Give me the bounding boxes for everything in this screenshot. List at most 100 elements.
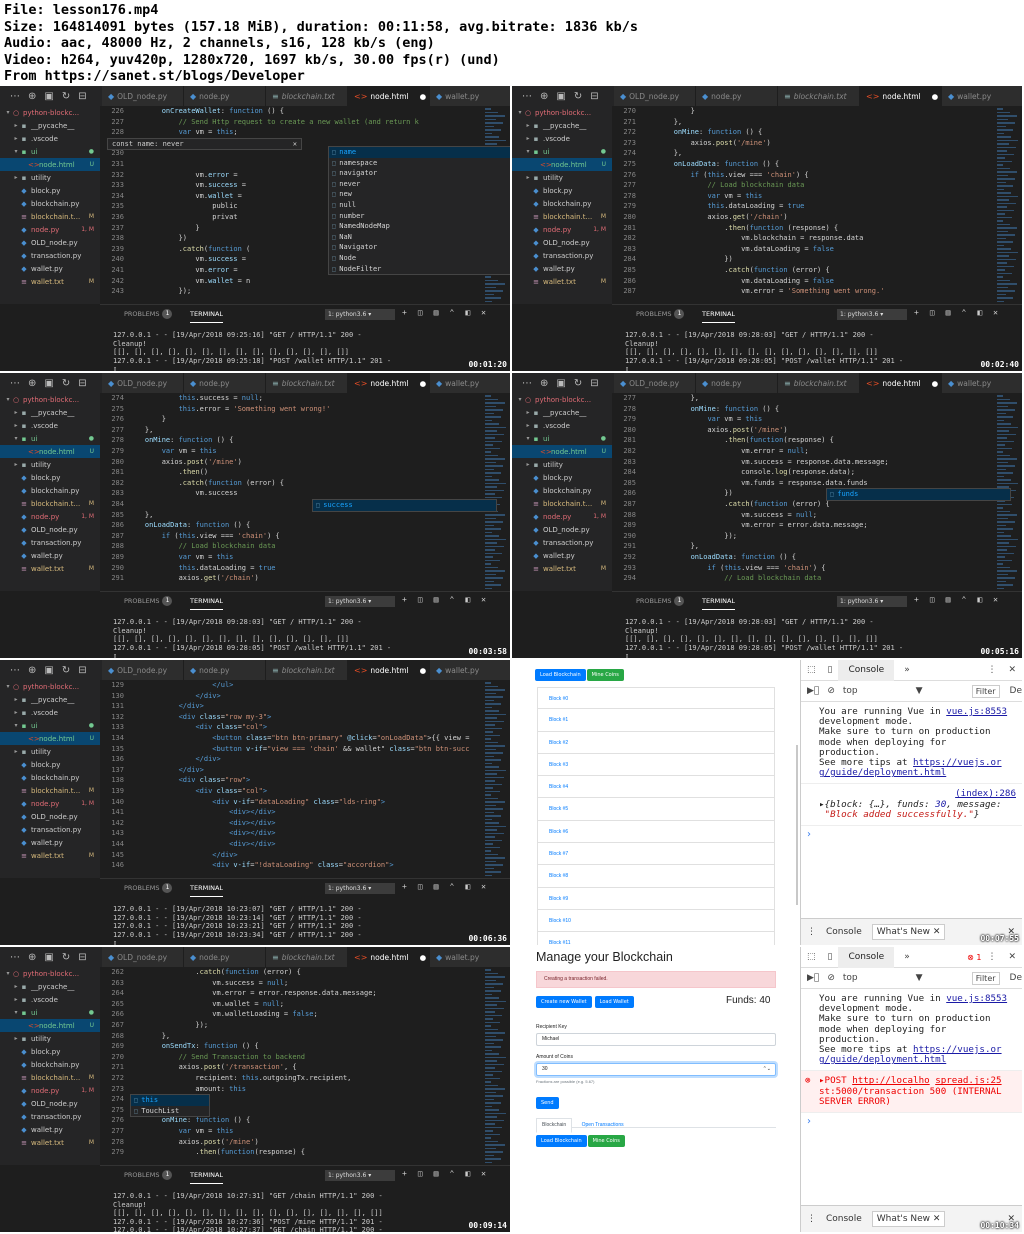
explorer-item[interactable]: ◆ OLD_node.py — [512, 523, 612, 536]
code-line[interactable]: this.error = 'Something went wrong!' — [128, 404, 480, 415]
autocomplete-item[interactable]: ⬚ name — [329, 147, 510, 158]
explorer-item[interactable]: ◆ OLD_node.py — [0, 523, 100, 536]
minimap[interactable] — [482, 967, 510, 1177]
split-icon[interactable]: ◫ — [930, 595, 935, 604]
tab-console[interactable]: Console — [838, 947, 895, 968]
explorer-item[interactable]: ◆ node.py 1, M — [0, 797, 100, 810]
code-line[interactable]: var vm = this — [640, 191, 992, 202]
load-wallet-button[interactable]: Load Wallet — [594, 996, 634, 1008]
code-line[interactable]: recipient: this.outgoingTx.recipient, — [128, 1073, 480, 1084]
code-line[interactable]: vm.error = error.data.message; — [640, 520, 992, 531]
explorer-item[interactable]: ◆ transaction.py — [0, 823, 100, 836]
trash-icon[interactable]: ▥ — [434, 595, 439, 604]
new-file-icon[interactable]: ⊕ — [540, 91, 548, 102]
new-file-icon[interactable]: ⊕ — [540, 378, 548, 389]
editor-tab[interactable]: ◆ wallet.py — [942, 86, 1022, 106]
explorer-item[interactable]: ▸ ▪ __pycache__ — [512, 119, 612, 132]
editor-tab[interactable]: ≡ blockchain.txt — [266, 86, 348, 106]
device-icon[interactable]: ▯ — [822, 665, 839, 675]
code-editor[interactable]: </ul> </div> </div> <div class="row my-3… — [128, 680, 480, 878]
maximize-icon[interactable]: ◧ — [465, 1169, 470, 1178]
plus-icon[interactable]: + — [402, 1169, 407, 1178]
terminal-select[interactable]: 1: python3.6 ▾ — [837, 309, 907, 320]
block-list-item[interactable]: Block #1 — [537, 709, 775, 732]
code-line[interactable]: }); — [128, 1020, 480, 1031]
block-list-item[interactable]: Block #9 — [537, 887, 775, 910]
explorer-item[interactable]: ▸ ▪ __pycache__ — [0, 980, 100, 993]
new-file-icon[interactable]: ⊕ — [28, 952, 36, 963]
code-line[interactable]: vm.wallet = null; — [128, 999, 480, 1010]
code-editor[interactable]: } }, onMine: function () { axios.post('/… — [640, 106, 992, 304]
new-folder-icon[interactable]: ▣ — [44, 91, 53, 102]
explorer-item[interactable]: ◆ wallet.py — [0, 1123, 100, 1136]
explorer-item[interactable]: ◆ node.py 1, M — [0, 510, 100, 523]
explorer-item[interactable]: ◆ block.py — [512, 184, 612, 197]
code-line[interactable]: onLoadData: function () { — [128, 520, 480, 531]
tab-terminal[interactable]: TERMINAL — [190, 592, 224, 610]
terminal-select[interactable]: 1: python3.6 ▾ — [325, 596, 395, 607]
explorer-item[interactable]: ▸ ▪ .vscode — [512, 419, 612, 432]
autocomplete-item[interactable]: ⬚ number — [329, 211, 510, 222]
explorer-item[interactable]: ◆ block.py — [0, 758, 100, 771]
block-list-item[interactable]: Block #3 — [537, 753, 775, 777]
code-line[interactable]: <div class="row"> — [128, 775, 480, 786]
tab-terminal[interactable]: TERMINAL — [702, 592, 736, 610]
explorer-item[interactable]: ◆ block.py — [512, 471, 612, 484]
mine-coins-button[interactable]: Mine Coins — [587, 1135, 625, 1147]
explorer-item[interactable]: ◆ transaction.py — [512, 536, 612, 549]
new-folder-icon[interactable]: ▣ — [44, 952, 53, 963]
code-line[interactable]: if (this.view === 'chain') { — [640, 563, 992, 574]
code-line[interactable]: // Load blockchain data — [640, 573, 992, 584]
explorer-item[interactable]: ▸ ▪ .vscode — [0, 132, 100, 145]
new-folder-icon[interactable]: ▣ — [556, 378, 565, 389]
editor-tab[interactable]: <> node.html ● — [348, 86, 430, 106]
editor-tab[interactable]: ◆ node.py — [696, 373, 778, 393]
tab-terminal[interactable]: TERMINAL — [702, 305, 736, 323]
create-wallet-button[interactable]: Create new Wallet — [536, 996, 592, 1008]
autocomplete-item[interactable]: ⬚ never — [329, 179, 510, 190]
explorer-item[interactable]: ▾ ○ python-blockc... — [512, 106, 612, 119]
maximize-icon[interactable]: ◧ — [977, 308, 982, 317]
drawer-tab-console[interactable]: Console — [822, 925, 866, 939]
code-line[interactable]: var vm = this — [640, 414, 992, 425]
autocomplete-item[interactable]: ⬚ NodeFilter — [329, 264, 510, 275]
block-list-item[interactable]: Block #8 — [537, 865, 775, 888]
filter-input[interactable]: Filter — [971, 684, 1000, 698]
code-line[interactable]: }, — [640, 393, 992, 404]
new-file-icon[interactable]: ⋯ — [10, 665, 20, 676]
code-line[interactable]: } — [128, 414, 480, 425]
sidebar-toggle-icon[interactable]: ▶⃞ — [807, 686, 819, 696]
code-line[interactable]: vm.success — [128, 488, 480, 499]
chevron-up-icon[interactable]: ⌃ — [449, 1169, 454, 1178]
block-list-item[interactable]: Block #2 — [537, 731, 775, 754]
chevron-up-icon[interactable]: ⌃ — [961, 595, 966, 604]
tab-open-transactions[interactable]: Open Transactions — [577, 1119, 629, 1131]
explorer-item[interactable]: ◆ wallet.py — [512, 262, 612, 275]
refresh-icon[interactable]: ↻ — [62, 952, 70, 963]
editor-tab[interactable]: ≡ blockchain.txt — [266, 660, 348, 680]
recipient-input[interactable]: Michael — [536, 1033, 776, 1046]
code-line[interactable]: <div v-if="!dataLoading" class="accordio… — [128, 860, 480, 871]
autocomplete-item[interactable]: ⬚ TouchList — [131, 1106, 209, 1117]
explorer-item[interactable]: ▾ ○ python-blockc... — [0, 680, 100, 693]
block-list-item[interactable]: Block #10 — [537, 909, 775, 933]
unsaved-dot-icon[interactable]: ● — [932, 92, 939, 101]
terminal-output[interactable]: 127.0.0.1 - - [19/Apr/2018 09:28:03] "GE… — [625, 618, 1015, 658]
mine-coins-button[interactable]: Mine Coins — [586, 669, 624, 681]
code-line[interactable]: // Load blockchain data — [640, 180, 992, 191]
explorer-item[interactable]: ◆ blockchain.py — [0, 484, 100, 497]
sidebar-toggle-icon[interactable]: ▶⃞ — [807, 973, 819, 983]
explorer-item[interactable]: ▸ ▪ __pycache__ — [0, 119, 100, 132]
tab-terminal[interactable]: TERMINAL — [190, 879, 224, 897]
autocomplete-item[interactable]: ⬚ Node — [329, 253, 510, 264]
more-tabs[interactable]: » — [894, 660, 920, 681]
amount-input[interactable]: 30 ⌃⌄ — [536, 1063, 776, 1076]
console-log-object[interactable]: (index):286 ▸{block: {…}, funds: 30, mess… — [801, 784, 1022, 827]
code-line[interactable]: vm.error = error.response.data.message; — [128, 988, 480, 999]
code-line[interactable]: }, — [640, 117, 992, 128]
explorer-item[interactable]: ◆ blockchain.py — [0, 197, 100, 210]
explorer-item[interactable]: ▾ ○ python-blockc... — [0, 393, 100, 406]
block-list-item[interactable]: Block #0 — [537, 687, 775, 710]
explorer-item[interactable]: ◆ wallet.py — [0, 549, 100, 562]
minimap[interactable] — [482, 393, 510, 603]
